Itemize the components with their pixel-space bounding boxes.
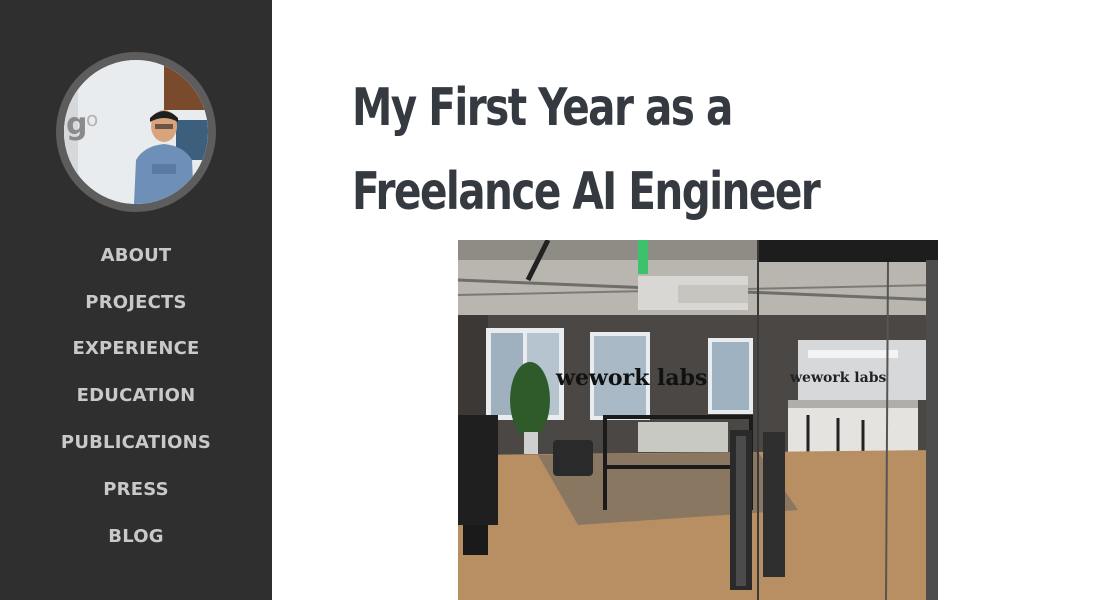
nav-link-press[interactable]: PRESS xyxy=(103,479,168,500)
nav-link-publications[interactable]: PUBLICATIONS xyxy=(61,432,211,453)
svg-text:o: o xyxy=(86,107,98,131)
sidebar-item-projects: PROJECTS xyxy=(0,279,272,326)
main-content: My First Year as a Freelance AI Engineer xyxy=(272,0,1109,600)
photo-sign-left: wework labs xyxy=(555,365,707,391)
sidebar-nav: ABOUT PROJECTS EXPERIENCE EDUCATION PUBL… xyxy=(0,232,272,560)
avatar-photo: g o xyxy=(64,60,208,204)
sidebar-item-about: ABOUT xyxy=(0,232,272,279)
nav-link-about[interactable]: ABOUT xyxy=(101,245,172,266)
sidebar-item-press: PRESS xyxy=(0,466,272,513)
post-photo: wework labs wework labs xyxy=(458,240,938,600)
svg-text:g: g xyxy=(66,107,87,142)
avatar[interactable]: g o xyxy=(56,52,216,212)
sidebar-item-education: EDUCATION xyxy=(0,372,272,419)
page-title: My First Year as a Freelance AI Engineer xyxy=(352,78,821,222)
nav-link-education[interactable]: EDUCATION xyxy=(77,385,196,406)
avatar-illustration: g o xyxy=(64,60,208,204)
photo-sign-right: wework labs xyxy=(789,370,886,386)
sidebar-item-publications: PUBLICATIONS xyxy=(0,419,272,466)
sidebar-item-blog: BLOG xyxy=(0,513,272,560)
office-photo-illustration: wework labs wework labs xyxy=(458,240,938,600)
page: g o ABOUT PROJECTS EXPERIENCE EDUCATION … xyxy=(0,0,1109,600)
nav-link-blog[interactable]: BLOG xyxy=(108,526,163,547)
sidebar: g o ABOUT PROJECTS EXPERIENCE EDUCATION … xyxy=(0,0,272,600)
nav-link-experience[interactable]: EXPERIENCE xyxy=(72,338,199,359)
nav-link-projects[interactable]: PROJECTS xyxy=(85,292,186,313)
sidebar-item-experience: EXPERIENCE xyxy=(0,326,272,373)
